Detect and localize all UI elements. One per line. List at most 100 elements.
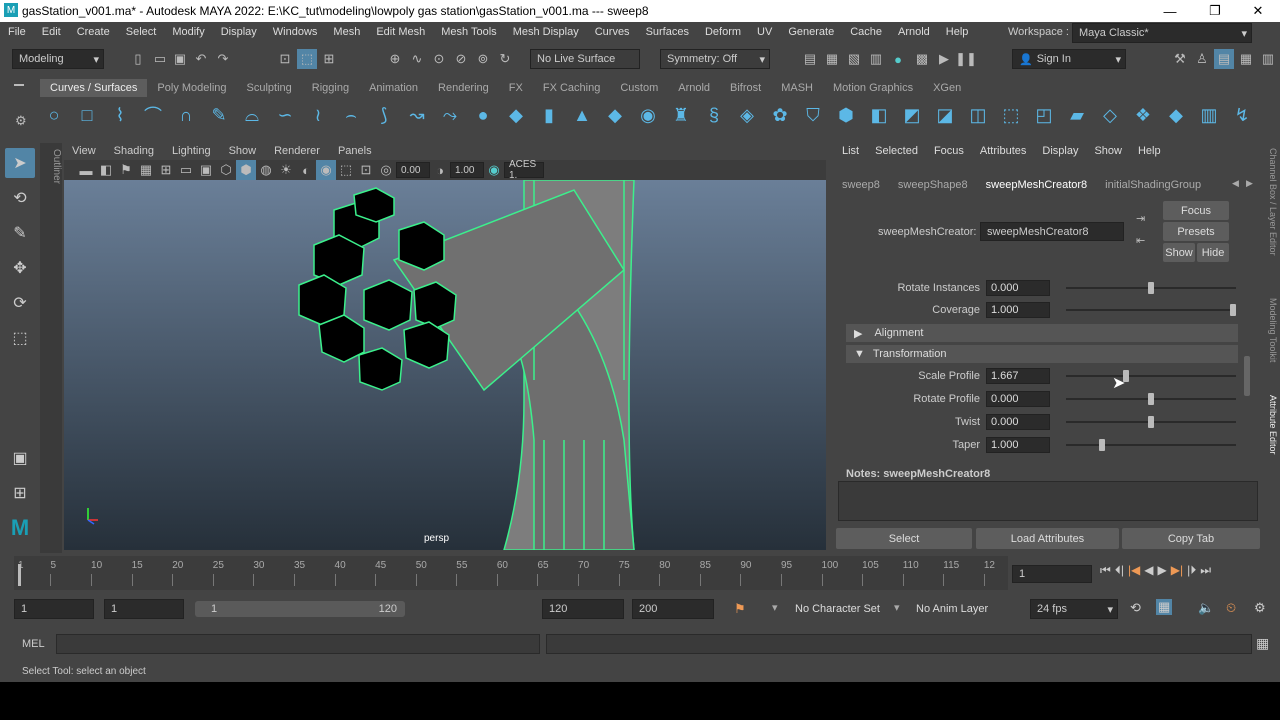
extrude-icon[interactable]: ✿ [766, 101, 794, 129]
live-surface-field[interactable]: No Live Surface [530, 49, 640, 69]
character-set[interactable]: No Character Set [795, 603, 880, 615]
extend-surface-icon[interactable]: ▰ [1063, 101, 1091, 129]
ae-tab-sweepshape8[interactable]: sweepShape8 [898, 179, 968, 191]
rebuild-curve-icon[interactable]: ⟆ [370, 101, 398, 129]
step-back-frame-icon[interactable]: |◀ [1128, 563, 1140, 578]
menu-curves[interactable]: Curves [595, 26, 630, 38]
menu-surfaces[interactable]: Surfaces [646, 26, 689, 38]
attr-slider[interactable] [1066, 370, 1236, 382]
focus-button[interactable]: Focus [1163, 201, 1229, 220]
isolate-select-icon[interactable]: ◉ [316, 160, 336, 180]
slider-handle[interactable] [1098, 439, 1105, 451]
arnold-render-icon[interactable]: ▩ [912, 49, 932, 69]
attr-value-field[interactable]: 0.000 [986, 414, 1050, 430]
menu-deform[interactable]: Deform [705, 26, 741, 38]
step-forward-frame-icon[interactable]: ▶| [1171, 563, 1183, 578]
reverse-curve-icon[interactable]: ↝ [403, 101, 431, 129]
snap-point-icon[interactable]: ⊙ [429, 49, 449, 69]
tool-settings-icon[interactable]: ▦ [1236, 49, 1256, 69]
hide-button[interactable]: Hide [1197, 243, 1229, 262]
node-name-field[interactable]: sweepMeshCreator8 [980, 222, 1124, 241]
slider-handle[interactable] [1230, 304, 1236, 316]
menu-edit-mesh[interactable]: Edit Mesh [376, 26, 425, 38]
menu-edit[interactable]: Edit [42, 26, 61, 38]
snap-view-icon[interactable]: ⊘ [451, 49, 471, 69]
select-object-icon[interactable]: ⬚ [297, 49, 317, 69]
menu-modify[interactable]: Modify [172, 26, 204, 38]
textured-icon[interactable]: ◍ [256, 160, 276, 180]
workspace-dropdown[interactable]: Maya Classic* ▾ [1072, 23, 1252, 43]
project-curve-icon[interactable]: ◪ [931, 101, 959, 129]
insert-isoparm-icon[interactable]: ◇ [1096, 101, 1124, 129]
menu-create[interactable]: Create [77, 26, 110, 38]
shelf-tab-xgen[interactable]: XGen [923, 82, 971, 94]
sign-in-dropdown[interactable]: 👤 Sign In ▾ [1012, 49, 1126, 69]
nurbs-sphere-icon[interactable]: ● [469, 101, 497, 129]
character-controls-icon[interactable]: ♙ [1192, 49, 1212, 69]
shelf-tab-fx[interactable]: FX [499, 82, 533, 94]
menu-display[interactable]: Display [221, 26, 257, 38]
attr-value-field[interactable]: 0.000 [986, 391, 1050, 407]
nurbs-square-icon[interactable]: □ [73, 101, 101, 129]
attach-curves-icon[interactable]: ∽ [271, 101, 299, 129]
shelf-tab-bifrost[interactable]: Bifrost [720, 82, 771, 94]
attr-value-field[interactable]: 1.000 [986, 302, 1050, 318]
viewport-menu-show[interactable]: Show [229, 145, 257, 157]
go-to-output-icon[interactable]: ⇤ [1136, 234, 1145, 247]
offset-curve-icon[interactable]: ⌢ [337, 101, 365, 129]
trim-tool-icon[interactable]: ⬚ [997, 101, 1025, 129]
range-slider[interactable]: 1 120 [195, 601, 405, 617]
chevron-down-icon[interactable]: ▾ [894, 601, 900, 614]
select-button[interactable]: Select [836, 528, 972, 549]
smooth-shade-icon[interactable]: ⬢ [236, 160, 256, 180]
viewport-menu-lighting[interactable]: Lighting [172, 145, 211, 157]
move-tool-icon[interactable]: ✥ [5, 253, 35, 283]
close-button[interactable]: ✕ [1238, 0, 1278, 22]
side-tab-modeling-toolkit[interactable]: Modeling Toolkit [1268, 298, 1278, 362]
resolution-gate-icon[interactable]: ▣ [196, 160, 216, 180]
script-editor-icon[interactable]: ▦ [1256, 635, 1269, 652]
ae-menu-selected[interactable]: Selected [875, 145, 918, 157]
film-gate-icon[interactable]: ▭ [176, 160, 196, 180]
time-slider[interactable]: 1510152025303540455055606570758085909510… [14, 556, 1008, 590]
notes-textarea[interactable] [838, 481, 1258, 521]
snap-grid-icon[interactable]: ⊕ [385, 49, 405, 69]
shelf-settings-icon[interactable]: ⚙ [15, 113, 27, 129]
new-scene-icon[interactable]: ▯ [128, 49, 148, 69]
loop-icon[interactable]: ⟲ [1130, 600, 1141, 616]
cache-playback-icon[interactable]: ▦ [1156, 599, 1173, 615]
select-component-icon[interactable]: ⊞ [319, 49, 339, 69]
shelf-tab-motion-graphics[interactable]: Motion Graphics [823, 82, 923, 94]
ipr-render-icon[interactable]: ▧ [844, 49, 864, 69]
command-language[interactable]: MEL [22, 638, 45, 650]
ae-scrollbar[interactable] [1244, 276, 1252, 456]
xray-icon[interactable]: ⬚ [336, 160, 356, 180]
viewport-menu-panels[interactable]: Panels [338, 145, 372, 157]
slider-handle[interactable] [1148, 416, 1154, 428]
shelf-tab-fx-caching[interactable]: FX Caching [533, 82, 610, 94]
gamma-field[interactable]: 0.00 [396, 162, 430, 178]
redo-icon[interactable]: ↷ [213, 49, 233, 69]
ae-menu-focus[interactable]: Focus [934, 145, 964, 157]
select-hierarchy-icon[interactable]: ⊡ [275, 49, 295, 69]
exposure-field[interactable]: 1.00 [450, 162, 484, 178]
shelf-tab-mash[interactable]: MASH [771, 82, 823, 94]
bookmark-icon[interactable]: ⚑ [116, 160, 136, 180]
minimize-button[interactable]: — [1150, 0, 1190, 22]
slider-handle[interactable] [1148, 393, 1154, 405]
nurbs-plane-icon[interactable]: ◆ [601, 101, 629, 129]
nurbs-torus-icon[interactable]: ◉ [634, 101, 662, 129]
sweep-mesh-icon[interactable]: ↯ [1228, 101, 1256, 129]
ae-tab-initialshadinggroup[interactable]: initialShadingGroup [1105, 179, 1201, 191]
image-plane-icon[interactable]: ▦ [136, 160, 156, 180]
open-scene-icon[interactable]: ▭ [150, 49, 170, 69]
viewport-menu-view[interactable]: View [72, 145, 96, 157]
outliner-tab[interactable]: Outliner [40, 143, 62, 553]
color-space-field[interactable]: ACES 1. [504, 159, 544, 181]
maximize-button[interactable]: ❐ [1195, 0, 1235, 22]
snap-surface-icon[interactable]: ⊚ [473, 49, 493, 69]
camera-select-icon[interactable]: ▬ [76, 160, 96, 180]
render-settings-icon[interactable]: ▥ [866, 49, 886, 69]
ae-menu-show[interactable]: Show [1094, 145, 1122, 157]
copy-tab-button[interactable]: Copy Tab [1122, 528, 1260, 549]
